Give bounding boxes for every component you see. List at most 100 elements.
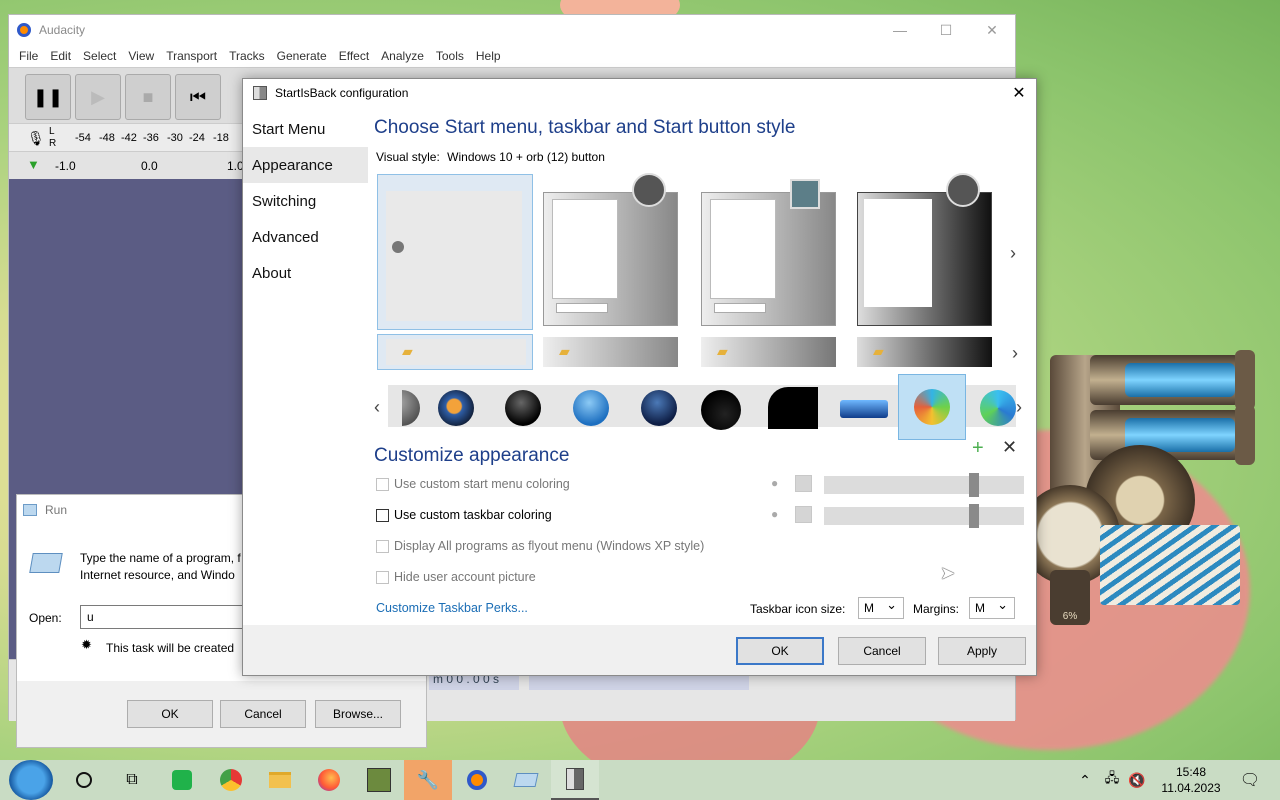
orb-button-option[interactable] [438,390,474,426]
startisback-app-icon[interactable] [551,760,599,800]
nav-switching[interactable]: Switching [243,183,368,219]
start-menu-transparency-slider[interactable] [824,473,1024,497]
checkbox[interactable] [376,539,389,553]
taskbar-style-thumb-1[interactable]: ▰ [377,334,533,370]
nav-appearance[interactable]: Appearance [243,147,368,183]
sib-cancel-button[interactable]: Cancel [838,637,926,665]
option-hide-user-picture[interactable]: Hide user account picture [376,570,536,584]
menu-tracks[interactable]: Tracks [223,49,271,63]
nav-advanced[interactable]: Advanced [243,219,368,255]
orb-button-option[interactable] [840,400,888,418]
taskbar-icon-size-select[interactable]: M [858,597,904,619]
orb-button-option[interactable] [701,390,741,430]
taskbar-transparency-slider[interactable] [824,504,1024,528]
sib-sidebar: Start Menu Appearance Switching Advanced… [243,107,368,625]
spotify-app-icon[interactable] [158,760,206,800]
chevron-left-icon[interactable]: ‹ [374,397,380,418]
run-ok-button[interactable]: OK [127,700,213,728]
run-app-icon[interactable] [502,760,550,800]
orb-button-option[interactable] [768,387,818,429]
open-input[interactable]: u [80,605,250,629]
orb-button-selected[interactable] [898,374,966,440]
orb-button-option[interactable] [573,390,609,426]
remove-icon[interactable]: ✕ [1002,437,1017,458]
chevron-right-icon[interactable]: › [1012,343,1018,364]
style-heading: Choose Start menu, taskbar and Start but… [374,117,796,138]
menu-analyze[interactable]: Analyze [375,49,430,63]
clock[interactable]: 15:48 11.04.2023 [1160,764,1222,796]
checkbox[interactable] [376,570,389,584]
menu-help[interactable]: Help [470,49,507,63]
chevron-right-icon[interactable]: › [1016,397,1022,418]
game-app-icon[interactable] [355,760,403,800]
start-style-thumb-4[interactable] [857,173,992,326]
volume-muted-icon[interactable]: 🔇 [1124,760,1150,800]
sib-close-button[interactable]: ✕ [1002,79,1036,107]
option-custom-start-menu-coloring[interactable]: Use custom start menu coloring [376,477,570,491]
checkbox[interactable] [376,477,389,491]
close-button[interactable]: ✕ [969,15,1015,45]
meter-tick: -30 [167,132,183,144]
chevron-right-icon[interactable]: › [1010,243,1016,264]
audacity-app-icon[interactable] [453,760,501,800]
option-flyout-all-programs[interactable]: Display All programs as flyout menu (Win… [376,539,704,553]
settings-wrench-app-icon[interactable]: 🔧 [404,760,452,800]
notifications-icon[interactable]: 🗨 [1232,760,1268,800]
taskbar-style-thumb-2[interactable]: ▰ [543,337,678,367]
run-browse-button[interactable]: Browse... [315,700,401,728]
menu-edit[interactable]: Edit [44,49,77,63]
taskbar-style-thumb-4[interactable]: ▰ [857,337,992,367]
search-icon[interactable] [60,760,108,800]
taskbar-color-swatch[interactable] [795,506,812,523]
margins-select[interactable]: M [969,597,1015,619]
option-custom-taskbar-coloring[interactable]: Use custom taskbar coloring [376,508,552,522]
orb-button-option[interactable] [505,390,541,426]
sib-titlebar[interactable]: StartIsBack configuration [243,79,1036,107]
stop-button[interactable]: ■ [125,74,171,120]
menu-tools[interactable]: Tools [430,49,470,63]
orb-button-option[interactable] [980,390,1016,426]
checkbox[interactable] [376,508,389,522]
start-style-thumb-1[interactable] [377,174,533,330]
firefox-app-icon[interactable] [305,760,353,800]
start-orb-button[interactable] [9,760,53,800]
task-view-icon[interactable]: ⧉ [108,760,156,800]
chrome-app-icon[interactable] [207,760,255,800]
ruler-label: 0.0 [141,159,158,173]
nav-about[interactable]: About [243,255,368,291]
audacity-menubar: File Edit Select View Transport Tracks G… [9,45,1015,67]
taskbar-style-thumb-3[interactable]: ▰ [701,337,836,367]
ruler-label: -1.0 [55,159,76,173]
add-icon[interactable]: + [972,437,984,460]
audacity-titlebar[interactable]: Audacity [9,15,1015,45]
run-cancel-button[interactable]: Cancel [220,700,306,728]
pause-button[interactable]: ❚❚ [25,74,71,120]
play-button[interactable]: ▶ [75,74,121,120]
startisback-dialog[interactable]: StartIsBack configuration ✕ Start Menu A… [242,78,1037,676]
option-label: Display All programs as flyout menu (Win… [394,539,705,553]
start-style-thumb-2[interactable] [543,173,678,326]
menu-effect[interactable]: Effect [333,49,375,63]
menu-select[interactable]: Select [77,49,122,63]
start-menu-color-swatch[interactable] [795,475,812,492]
sib-ok-button[interactable]: OK [736,637,824,665]
menu-view[interactable]: View [122,49,160,63]
menu-generate[interactable]: Generate [271,49,333,63]
color-drop-icon: ● [771,476,779,490]
chevron-up-icon[interactable]: ⌃ [1070,760,1100,800]
orb-button-option[interactable] [641,390,677,426]
slider-handle[interactable] [969,473,979,497]
skip-start-button[interactable]: ⏮ [175,74,221,120]
sib-apply-button[interactable]: Apply [938,637,1026,665]
file-explorer-icon[interactable] [256,760,304,800]
menu-file[interactable]: File [13,49,44,63]
nav-start-menu[interactable]: Start Menu [243,111,368,147]
maximize-button[interactable]: ☐ [923,15,969,45]
slider-handle[interactable] [969,504,979,528]
network-icon[interactable]: 🖧 [1100,760,1124,800]
start-style-thumb-3[interactable] [701,179,836,326]
minimize-button[interactable]: — [877,15,923,45]
menu-transport[interactable]: Transport [160,49,223,63]
visual-style-label: Visual style: [376,150,440,164]
customize-taskbar-perks-link[interactable]: Customize Taskbar Perks... [376,601,528,615]
